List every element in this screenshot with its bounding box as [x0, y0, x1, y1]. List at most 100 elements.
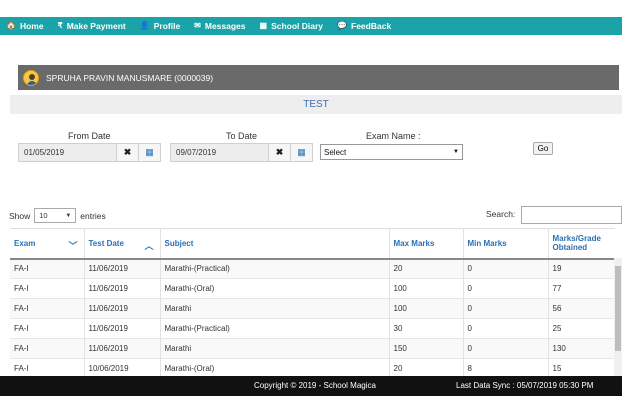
table-cell: 11/06/2019: [83, 298, 160, 319]
column-header-max-marks[interactable]: Max Marks: [388, 228, 463, 260]
last-sync-text: Last Data Sync : 05/07/2019 05:30 PM: [456, 381, 594, 390]
table-cell: 56: [547, 298, 615, 319]
exam-name-value: Select: [324, 147, 347, 157]
exam-name-label: Exam Name :: [366, 131, 421, 141]
go-button[interactable]: Go: [533, 142, 553, 155]
entries-label: entries: [80, 210, 106, 221]
table-cell: 130: [547, 338, 615, 359]
column-header-test-date[interactable]: Test Date ︿: [83, 228, 160, 260]
calendar-icon: ▦: [297, 147, 306, 157]
from-date-input[interactable]: 01/05/2019: [19, 144, 116, 161]
table-cell: Marathi-(Practical): [159, 318, 389, 339]
results-table-container: Exam ﹀ Test Date ︿ Subject Max Marks Min…: [10, 228, 622, 376]
entries-select[interactable]: 10 ▼: [34, 208, 77, 223]
entries-value: 10: [39, 211, 48, 220]
table-cell: 19: [547, 258, 615, 279]
table-cell: 100: [388, 278, 463, 299]
column-header-label: Marks/Grade Obtained: [552, 234, 601, 253]
nav-make-payment[interactable]: ₹ Make Payment: [58, 21, 126, 31]
from-date-field: 01/05/2019 ✖ ▦: [18, 143, 161, 162]
student-name: SPRUHA PRAVIN MANUSMARE (0000039): [46, 72, 214, 83]
table-cell: FA-I: [10, 298, 84, 319]
table-row: FA-I 11/06/2019 Marathi-(Practical) 20 0…: [10, 258, 615, 279]
table-cell: Marathi-(Practical): [159, 258, 389, 279]
table-cell: 0: [462, 338, 548, 359]
column-header-label: Test Date: [88, 238, 124, 248]
table-cell: 0: [462, 318, 548, 339]
column-header-marks-obtained[interactable]: Marks/Grade Obtained: [547, 228, 615, 260]
clear-to-date-button[interactable]: ✖: [268, 144, 290, 161]
from-date-calendar-button[interactable]: ▦: [138, 144, 160, 161]
from-date-label: From Date: [68, 131, 111, 141]
table-cell: FA-I: [10, 338, 84, 359]
caret-down-icon: ▼: [65, 212, 72, 219]
column-header-subject[interactable]: Subject: [159, 228, 389, 260]
nav-messages[interactable]: ✉ Messages: [194, 21, 245, 31]
chat-icon: 💬: [337, 21, 348, 30]
to-date-field: 09/07/2019 ✖ ▦: [170, 143, 313, 162]
nav-profile[interactable]: 👤 Profile: [140, 21, 180, 31]
table-cell: 30: [388, 318, 463, 339]
table-cell: 20: [388, 258, 463, 279]
table-cell: 77: [547, 278, 615, 299]
user-icon: 👤: [139, 21, 150, 30]
table-cell: FA-I: [10, 258, 84, 279]
table-cell: 8: [462, 358, 548, 376]
table-cell: 11/06/2019: [83, 338, 160, 359]
table-cell: Marathi-(Oral): [159, 358, 389, 376]
nav-make-payment-label: Make Payment: [66, 21, 126, 31]
search-input[interactable]: [521, 206, 622, 224]
table-cell: 25: [547, 318, 615, 339]
nav-school-diary[interactable]: ▦ School Diary: [260, 21, 324, 31]
calendar-icon: ▦: [145, 147, 154, 157]
rupee-icon: ₹: [57, 21, 63, 30]
table-cell: 11/06/2019: [83, 278, 160, 299]
table-cell: FA-I: [10, 318, 84, 339]
column-header-exam[interactable]: Exam ﹀: [10, 228, 84, 260]
nav-messages-label: Messages: [204, 21, 246, 31]
table-cell: Marathi: [159, 298, 389, 319]
table-cell: 15: [547, 358, 615, 376]
table-row: FA-I 11/06/2019 Marathi 150 0 130: [10, 338, 615, 359]
nav-home[interactable]: 🏠 Home: [6, 21, 44, 31]
nav-feedback[interactable]: 💬 FeedBack: [337, 21, 391, 31]
copyright-text: Copyright © 2019 - School Magica: [254, 381, 376, 390]
table-row: FA-I 11/06/2019 Marathi 100 0 56: [10, 298, 615, 319]
to-date-calendar-button[interactable]: ▦: [290, 144, 312, 161]
column-header-min-marks[interactable]: Min Marks: [462, 228, 548, 260]
nav-home-label: Home: [19, 21, 44, 31]
table-cell: Marathi: [159, 338, 389, 359]
column-header-label: Exam: [14, 238, 36, 248]
column-header-label: Min Marks: [467, 238, 507, 248]
student-header: SPRUHA PRAVIN MANUSMARE (0000039): [18, 65, 619, 90]
caret-down-icon: ▼: [453, 149, 459, 155]
entries-control: Show 10 ▼ entries: [9, 208, 106, 223]
column-header-label: Max Marks: [393, 238, 435, 248]
table-cell: Marathi-(Oral): [159, 278, 389, 299]
clear-from-date-button[interactable]: ✖: [116, 144, 138, 161]
avatar: [23, 69, 39, 86]
envelope-icon: ✉: [194, 21, 201, 30]
nav-feedback-label: FeedBack: [351, 21, 392, 31]
table-cell: 0: [462, 258, 548, 279]
home-icon: 🏠: [6, 21, 16, 30]
table-cell: 0: [462, 278, 548, 299]
sort-asc-icon: ︿: [144, 241, 154, 251]
table-cell: 0: [462, 298, 548, 319]
calendar-icon: ▦: [259, 21, 268, 30]
table-cell: FA-I: [10, 358, 84, 376]
table-scrollbar[interactable]: [614, 258, 622, 376]
to-date-label: To Date: [226, 131, 258, 141]
table-cell: 20: [388, 358, 463, 376]
top-navbar: 🏠 Home ₹ Make Payment 👤 Profile ✉ Messag…: [0, 17, 622, 35]
exam-name-select[interactable]: Select ▼: [320, 144, 463, 160]
to-date-input[interactable]: 09/07/2019: [171, 144, 268, 161]
close-icon: ✖: [275, 147, 284, 157]
table-cell: 150: [388, 338, 463, 359]
page-title-bar: TEST: [10, 95, 622, 114]
table-cell: 11/06/2019: [83, 318, 160, 339]
table-cell: 10/06/2019: [83, 358, 160, 376]
table-header-row: Exam ﹀ Test Date ︿ Subject Max Marks Min…: [10, 228, 615, 260]
table-cell: 100: [388, 298, 463, 319]
scrollbar-thumb[interactable]: [615, 266, 621, 351]
